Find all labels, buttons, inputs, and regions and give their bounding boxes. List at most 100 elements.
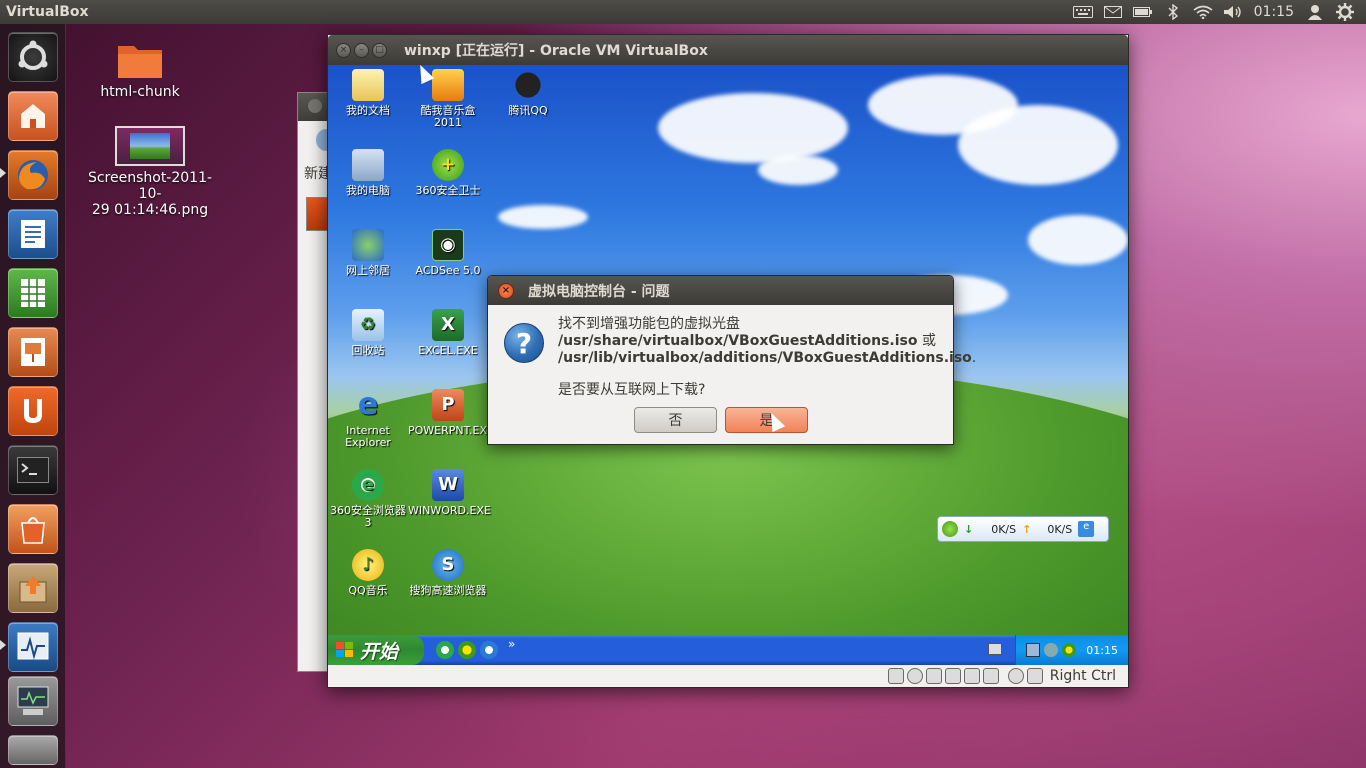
power-gear-icon[interactable] bbox=[1330, 0, 1360, 24]
running-indicator-sysmon bbox=[0, 640, 6, 650]
netspeed-widget[interactable]: ↓ 0K/S ↑ 0K/S e bbox=[937, 516, 1109, 542]
xp-icon-acdsee[interactable]: ◉ ACDSee 5.0 bbox=[408, 229, 488, 277]
virtualization-icon[interactable] bbox=[982, 668, 999, 684]
clock[interactable]: 01:15 bbox=[1248, 4, 1300, 20]
tray-network-icon[interactable] bbox=[1026, 643, 1041, 657]
user-icon[interactable] bbox=[1300, 0, 1330, 24]
xp-icon-ie[interactable]: e Internet Explorer bbox=[328, 389, 408, 449]
xp-icon-my-documents[interactable]: 我的文档 bbox=[328, 69, 408, 117]
xp-icon-label: 360安全卫士 bbox=[415, 184, 481, 197]
input-method-icon[interactable] bbox=[988, 643, 1002, 655]
desktop-folder-html-chunk[interactable]: html-chunk bbox=[100, 40, 180, 100]
my-documents-icon bbox=[352, 69, 384, 101]
360-browser-icon: e bbox=[352, 469, 384, 501]
impress-icon[interactable] bbox=[8, 327, 58, 377]
wifi-icon[interactable] bbox=[1188, 0, 1218, 24]
my-computer-icon bbox=[352, 149, 384, 181]
xp-icon-powerpoint[interactable]: P POWERPNT.EXE bbox=[408, 389, 494, 437]
quicklaunch-more-chevron[interactable]: » bbox=[508, 637, 515, 651]
system-monitor-icon[interactable] bbox=[8, 622, 58, 672]
dialog-titlebar[interactable]: × 虚拟电脑控制台 - 问题 bbox=[488, 276, 953, 305]
firefox-icon[interactable] bbox=[8, 150, 58, 200]
vm-maximize-button[interactable]: □ bbox=[372, 42, 387, 58]
xp-icon-sogou-browser[interactable]: S 搜狗高速浏览器 bbox=[408, 549, 488, 597]
xp-icon-my-computer[interactable]: 我的电脑 bbox=[328, 149, 408, 197]
xp-icon-360-browser[interactable]: e 360安全浏览器 3 bbox=[328, 469, 408, 529]
xp-icon-label: QQ音乐 bbox=[348, 584, 388, 597]
xp-icon-label: 网上邻居 bbox=[346, 264, 390, 277]
xp-icon-qq[interactable]: 腾讯QQ bbox=[488, 69, 568, 117]
internet-explorer-icon: e bbox=[357, 387, 379, 422]
update-manager-icon[interactable] bbox=[8, 563, 58, 613]
writer-icon[interactable] bbox=[8, 209, 58, 259]
bluetooth-icon[interactable] bbox=[1158, 0, 1188, 24]
xp-icon-word[interactable]: W WINWORD.EXE bbox=[408, 469, 491, 517]
terminal-icon[interactable] bbox=[8, 445, 58, 495]
360-safe-icon: + bbox=[432, 149, 464, 181]
quicklaunch-360-safe-icon[interactable] bbox=[458, 641, 476, 659]
background-window-close-icon[interactable] bbox=[308, 99, 322, 113]
xp-icon-qq-music[interactable]: ♪ QQ音乐 bbox=[328, 549, 408, 597]
xp-start-button[interactable]: 开始 bbox=[328, 635, 424, 665]
optical-drive-icon[interactable] bbox=[906, 668, 923, 684]
calc-icon[interactable] bbox=[8, 268, 58, 318]
xp-icon-excel[interactable]: X EXCEL.EXE bbox=[408, 309, 488, 357]
tray-volume-icon[interactable] bbox=[1044, 643, 1059, 657]
xp-icon-360-safe[interactable]: + 360安全卫士 bbox=[408, 149, 488, 197]
kuwo-music-icon bbox=[432, 69, 464, 101]
xp-icon-label: 我的电脑 bbox=[346, 184, 390, 197]
xp-icon-label: Internet Explorer bbox=[345, 424, 391, 449]
folder-icon bbox=[118, 46, 162, 78]
active-app-title: VirtualBox bbox=[6, 4, 89, 20]
software-center-icon[interactable] bbox=[8, 504, 58, 554]
network-adapter-icon[interactable] bbox=[944, 668, 961, 684]
home-folder-icon[interactable] bbox=[8, 91, 58, 141]
keyboard-icon[interactable] bbox=[1068, 0, 1098, 24]
xp-clock[interactable]: 01:15 bbox=[1086, 644, 1118, 657]
path2-end: . bbox=[971, 350, 977, 366]
quicklaunch-360-browser-icon[interactable] bbox=[436, 641, 454, 659]
tray-360-icon[interactable] bbox=[1062, 643, 1077, 657]
vm-close-button[interactable]: × bbox=[336, 42, 351, 58]
virtualbox-launcher-icon[interactable] bbox=[8, 676, 58, 726]
cloud bbox=[658, 93, 848, 163]
battery-icon[interactable] bbox=[1128, 0, 1158, 24]
ubuntu-one-icon[interactable] bbox=[8, 386, 58, 436]
mouse-integration-icon[interactable] bbox=[1007, 668, 1024, 684]
volume-icon[interactable] bbox=[1218, 0, 1248, 24]
download-speed: 0K/S bbox=[991, 522, 1017, 536]
image-thumbnail-icon bbox=[115, 126, 185, 166]
hard-disk-icon[interactable] bbox=[887, 668, 904, 684]
xp-icon-recycle-bin[interactable]: ♻ 回收站 bbox=[328, 309, 408, 357]
xp-icon-network[interactable]: 网上邻居 bbox=[328, 229, 408, 277]
top-panel: VirtualBox 01:15 bbox=[0, 0, 1366, 24]
quicklaunch-ie-icon[interactable] bbox=[480, 641, 498, 659]
desktop-file-screenshot[interactable]: Screenshot-2011-10- 29 01:14:46.png bbox=[78, 126, 222, 218]
screenshot-label-line2: 29 01:14:46.png bbox=[91, 202, 209, 218]
xp-icon-label: 我的文档 bbox=[346, 104, 390, 117]
ie-widget-icon[interactable]: e bbox=[1078, 521, 1095, 537]
xp-icon-label: 回收站 bbox=[351, 344, 385, 357]
xp-icon-label: 酷我音乐盒 2011 bbox=[420, 104, 476, 129]
trash-icon[interactable] bbox=[8, 735, 58, 765]
message-line1: 找不到增强功能包的虚拟光盘 bbox=[558, 316, 740, 332]
keyboard-capture-icon[interactable] bbox=[1026, 668, 1043, 684]
shared-folder-icon[interactable] bbox=[963, 668, 980, 684]
no-button[interactable]: 否 bbox=[634, 407, 717, 433]
vm-list-item-icon[interactable] bbox=[306, 197, 328, 231]
vm-window-titlebar[interactable]: × – □ winxp [正在运行] - Oracle VM VirtualBo… bbox=[328, 35, 1128, 65]
dialog-close-button[interactable]: × bbox=[498, 282, 514, 299]
vm-minimize-button[interactable]: – bbox=[354, 42, 369, 58]
upload-speed: 0K/S bbox=[1047, 522, 1073, 536]
acdsee-eye-icon: ◉ bbox=[432, 229, 464, 261]
cloud bbox=[498, 205, 588, 229]
mail-icon[interactable] bbox=[1098, 0, 1128, 24]
quick-launch: » bbox=[436, 637, 515, 659]
dash-home-icon[interactable] bbox=[8, 32, 58, 82]
xp-system-tray: 01:15 bbox=[1015, 635, 1128, 665]
xp-icon-label: 腾讯QQ bbox=[508, 104, 548, 117]
qq-penguin-icon bbox=[512, 69, 544, 101]
host-key-label: Right Ctrl bbox=[1049, 668, 1116, 684]
dialog-title: 虚拟电脑控制台 - 问题 bbox=[528, 283, 670, 300]
usb-icon[interactable] bbox=[925, 668, 942, 684]
